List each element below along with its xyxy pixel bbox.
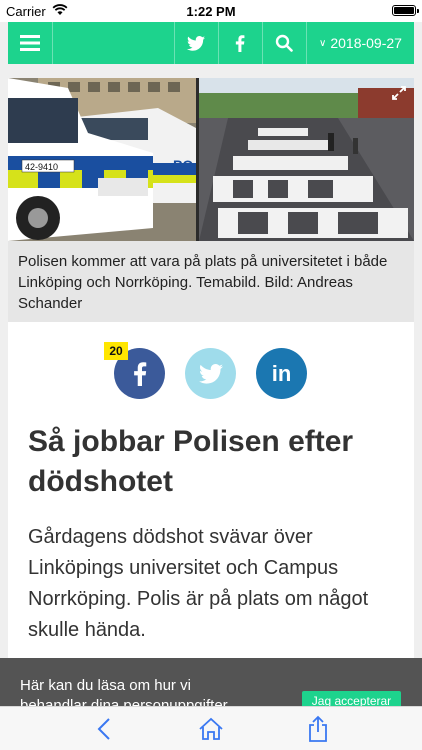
back-chevron-icon[interactable] (88, 713, 120, 745)
share-count-badge: 20 (104, 342, 128, 360)
cookie-banner: Här kan du läsa om hur vi behandlar dina… (0, 658, 422, 706)
search-icon[interactable] (262, 22, 306, 64)
cookie-text[interactable]: Här kan du läsa om hur vi behandlar dina… (20, 676, 260, 706)
date-label: 2018-09-27 (330, 35, 402, 51)
hero-image[interactable]: PO 42-9410 (8, 78, 414, 241)
battery-icon (392, 5, 419, 16)
facebook-icon (133, 361, 146, 386)
twitter-icon (198, 363, 223, 384)
svg-text:PO: PO (173, 157, 193, 173)
date-selector[interactable]: ∨ 2018-09-27 (307, 22, 414, 64)
image-caption: Polisen kommer att vara på plats på univ… (8, 241, 414, 322)
top-navigation-bar: ∨ 2018-09-27 (8, 22, 414, 64)
accept-cookies-button[interactable]: Jag accepterar (302, 691, 401, 706)
bottom-toolbar (0, 706, 422, 750)
home-icon[interactable] (195, 713, 227, 745)
facebook-icon[interactable] (218, 22, 262, 64)
svg-text:42-9410: 42-9410 (25, 162, 58, 172)
linkedin-icon: in (271, 360, 292, 386)
twitter-share-button[interactable] (185, 348, 236, 399)
chevron-down-icon: ∨ (319, 37, 327, 49)
linkedin-share-button[interactable]: in (256, 348, 307, 399)
article-headline: Så jobbar Polisen efter dödshotet (28, 425, 354, 498)
expand-icon[interactable] (392, 86, 406, 105)
share-icon[interactable] (302, 713, 334, 745)
hamburger-menu-icon[interactable] (8, 22, 52, 64)
clock: 1:22 PM (186, 4, 236, 19)
article-lead: Gårdagens dödshot svävar över Linköpings… (28, 526, 369, 641)
status-bar: Carrier 1:22 PM (0, 0, 422, 22)
twitter-icon[interactable] (174, 22, 218, 64)
article-body: 20 in Så jobbar Polisen efter dödshotet … (8, 322, 414, 658)
